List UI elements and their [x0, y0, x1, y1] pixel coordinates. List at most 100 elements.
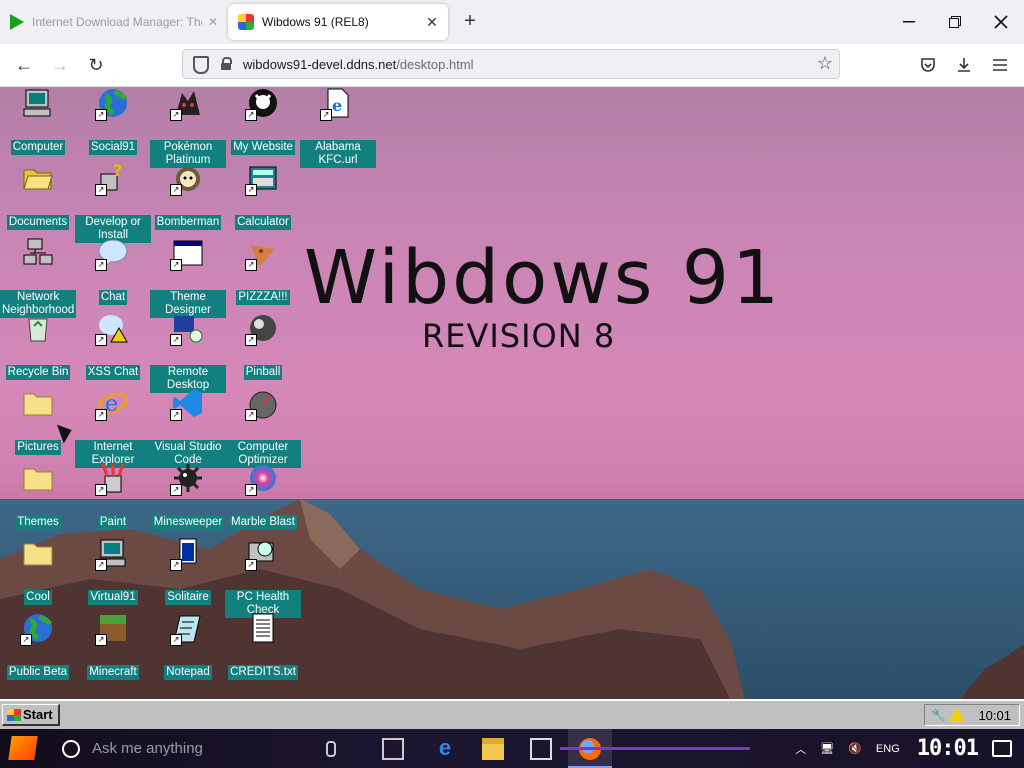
- desktop-icon[interactable]: ↗ Public Beta: [0, 612, 76, 680]
- close-window-button[interactable]: [978, 0, 1024, 44]
- marble-icon: ↗: [245, 462, 279, 496]
- ie-icon: e ↗: [95, 387, 129, 421]
- desktop-icon-label: Recycle Bin: [5, 365, 71, 380]
- shortcut-arrow-icon: ↗: [170, 259, 182, 271]
- new-tab-button[interactable]: +: [458, 10, 482, 34]
- desktop-icon-label: Themes: [15, 515, 61, 530]
- shortcut-arrow-icon: ↗: [245, 184, 257, 196]
- desktop-icon[interactable]: ↗ Pokémon Platinum: [150, 87, 226, 168]
- wrench-icon[interactable]: 🔧: [931, 708, 946, 722]
- desktop-icon[interactable]: ↗ Computer Optimizer: [225, 387, 301, 468]
- tab-idm[interactable]: Internet Download Manager: The f... ✕: [0, 4, 222, 40]
- chat-bubble-icon: ↗: [95, 237, 129, 271]
- file-explorer-icon[interactable]: [482, 738, 504, 760]
- shortcut-arrow-icon: ↗: [95, 634, 107, 646]
- desktop-icon[interactable]: ↗ Bomberman: [150, 162, 226, 230]
- back-button[interactable]: ←: [10, 52, 38, 78]
- downloads-button[interactable]: [950, 52, 978, 78]
- arrow-left-icon: ←: [15, 54, 33, 75]
- desktop-icon[interactable]: ↗ Marble Blast: [225, 462, 301, 530]
- restore-button[interactable]: [932, 0, 978, 44]
- tracking-shield-icon[interactable]: [193, 56, 209, 74]
- minimize-icon: [903, 21, 915, 23]
- forward-button[interactable]: →: [46, 52, 74, 78]
- w91-clock[interactable]: 10:01: [978, 708, 1011, 723]
- desktop-icon[interactable]: ↗ Social91: [75, 87, 151, 155]
- cortana-icon: [62, 739, 80, 758]
- desktop-icon[interactable]: ↗ Chat: [75, 237, 151, 305]
- desktop-icon[interactable]: Recycle Bin: [0, 312, 76, 380]
- desktop-icon[interactable]: CREDITS.txt: [225, 612, 301, 680]
- shortcut-arrow-icon: ↗: [245, 559, 257, 571]
- shortcut-arrow-icon: ↗: [245, 109, 257, 121]
- bookmark-star-icon[interactable]: ☆: [817, 53, 833, 74]
- wibdows-desktop[interactable]: Wibdows 91 REVISION 8 Computer ↗ Social91 ↗…: [0, 87, 1024, 699]
- windows-start-icon[interactable]: [8, 736, 38, 760]
- desktop-icon[interactable]: ? ↗ Develop or Install: [75, 161, 151, 243]
- desktop-icon[interactable]: ↗ Virtual91: [75, 537, 151, 605]
- url-text[interactable]: wibdows91-devel.ddns.net/desktop.html: [243, 57, 474, 72]
- desktop-icon[interactable]: ↗ Remote Desktop: [150, 312, 226, 393]
- computer-icon: [22, 87, 54, 119]
- desktop-icon[interactable]: ↗ Notepad: [150, 612, 226, 680]
- desktop-icon[interactable]: ↗ My Website: [225, 87, 301, 155]
- start-label: Start: [23, 707, 53, 722]
- close-tab-icon[interactable]: ✕: [208, 15, 218, 29]
- health-check-icon: ↗: [245, 537, 279, 571]
- task-view-icon[interactable]: [382, 738, 404, 760]
- chevron-up-icon[interactable]: ︿: [795, 741, 806, 757]
- folder-icon: [22, 462, 54, 494]
- window-icon: ↗: [170, 237, 204, 271]
- reload-button[interactable]: ↻: [82, 52, 110, 78]
- desktop-icon[interactable]: ↗ Calculator: [225, 162, 301, 230]
- store-icon[interactable]: [530, 738, 552, 760]
- desktop-icon[interactable]: Network Neighborhood: [0, 237, 77, 318]
- desktop-icon[interactable]: e ↗ Internet Explorer: [75, 387, 151, 468]
- desktop-icon[interactable]: ↗ Minecraft: [75, 612, 151, 680]
- desktop-icon[interactable]: Documents: [0, 162, 76, 230]
- desktop-icon-label: Minecraft: [87, 665, 139, 680]
- language-indicator[interactable]: ENG: [876, 743, 900, 755]
- desktop-icon[interactable]: Cool: [0, 537, 76, 605]
- microphone-icon[interactable]: [326, 740, 336, 757]
- warning-chat-icon: ↗: [95, 312, 129, 346]
- desktop-icon[interactable]: ↗ Solitaire: [150, 537, 226, 605]
- cortana-search-box[interactable]: Ask me anything: [50, 729, 350, 768]
- taskbar-decoration: [560, 747, 750, 750]
- folder-icon: [22, 537, 54, 569]
- minimize-button[interactable]: [886, 0, 932, 44]
- lock-icon[interactable]: [221, 57, 232, 70]
- desktop-icon[interactable]: ↗ XSS Chat: [75, 312, 151, 380]
- address-bar[interactable]: wibdows91-devel.ddns.net/desktop.html ☆: [182, 49, 840, 79]
- desktop-icon[interactable]: ↗ Minesweeper: [150, 462, 226, 530]
- warning-icon[interactable]: [949, 708, 965, 722]
- menu-button[interactable]: [986, 52, 1014, 78]
- desktop-icon[interactable]: Computer: [0, 87, 76, 155]
- desktop-icon[interactable]: ↗ PC Health Check: [225, 537, 301, 618]
- desktop-icon[interactable]: ↗ Theme Designer: [150, 237, 226, 318]
- network-icon[interactable]: 🖥: [820, 742, 834, 755]
- desktop-icon[interactable]: ↗ Paint: [75, 462, 151, 530]
- shortcut-arrow-icon: ↗: [170, 334, 182, 346]
- w91-start-button[interactable]: Start: [2, 704, 60, 726]
- remote-desktop-icon: ↗: [170, 312, 204, 346]
- pocket-button[interactable]: [914, 52, 942, 78]
- desktop-icon[interactable]: ↗ PIZZZA!!!: [225, 237, 301, 305]
- desktop-icon-label: Computer: [10, 140, 66, 155]
- tab-wibdows[interactable]: Wibdows 91 (REL8) ✕: [228, 4, 448, 40]
- desktop-icon-label: Paint: [97, 515, 129, 530]
- desktop-icon[interactable]: ↗ Pinball: [225, 312, 301, 380]
- desktop-icon[interactable]: Themes: [0, 462, 76, 530]
- tab-title: Wibdows 91 (REL8): [262, 15, 369, 29]
- edge-icon[interactable]: e: [434, 737, 456, 760]
- close-tab-icon[interactable]: ✕: [422, 14, 442, 31]
- speaker-muted-icon[interactable]: 🔇: [848, 742, 862, 755]
- help-setup-icon: ? ↗: [95, 161, 129, 196]
- play-icon: [10, 14, 24, 30]
- desktop-icon[interactable]: e ↗ Alabama KFC.url: [300, 87, 376, 168]
- desktop-icon-label: Marble Blast: [229, 515, 297, 530]
- desktop-icon[interactable]: ↗ Visual Studio Code: [150, 387, 226, 468]
- notification-center-icon[interactable]: [992, 740, 1012, 757]
- windows-clock[interactable]: 10:01: [917, 736, 979, 761]
- paint-icon: ↗: [95, 462, 129, 496]
